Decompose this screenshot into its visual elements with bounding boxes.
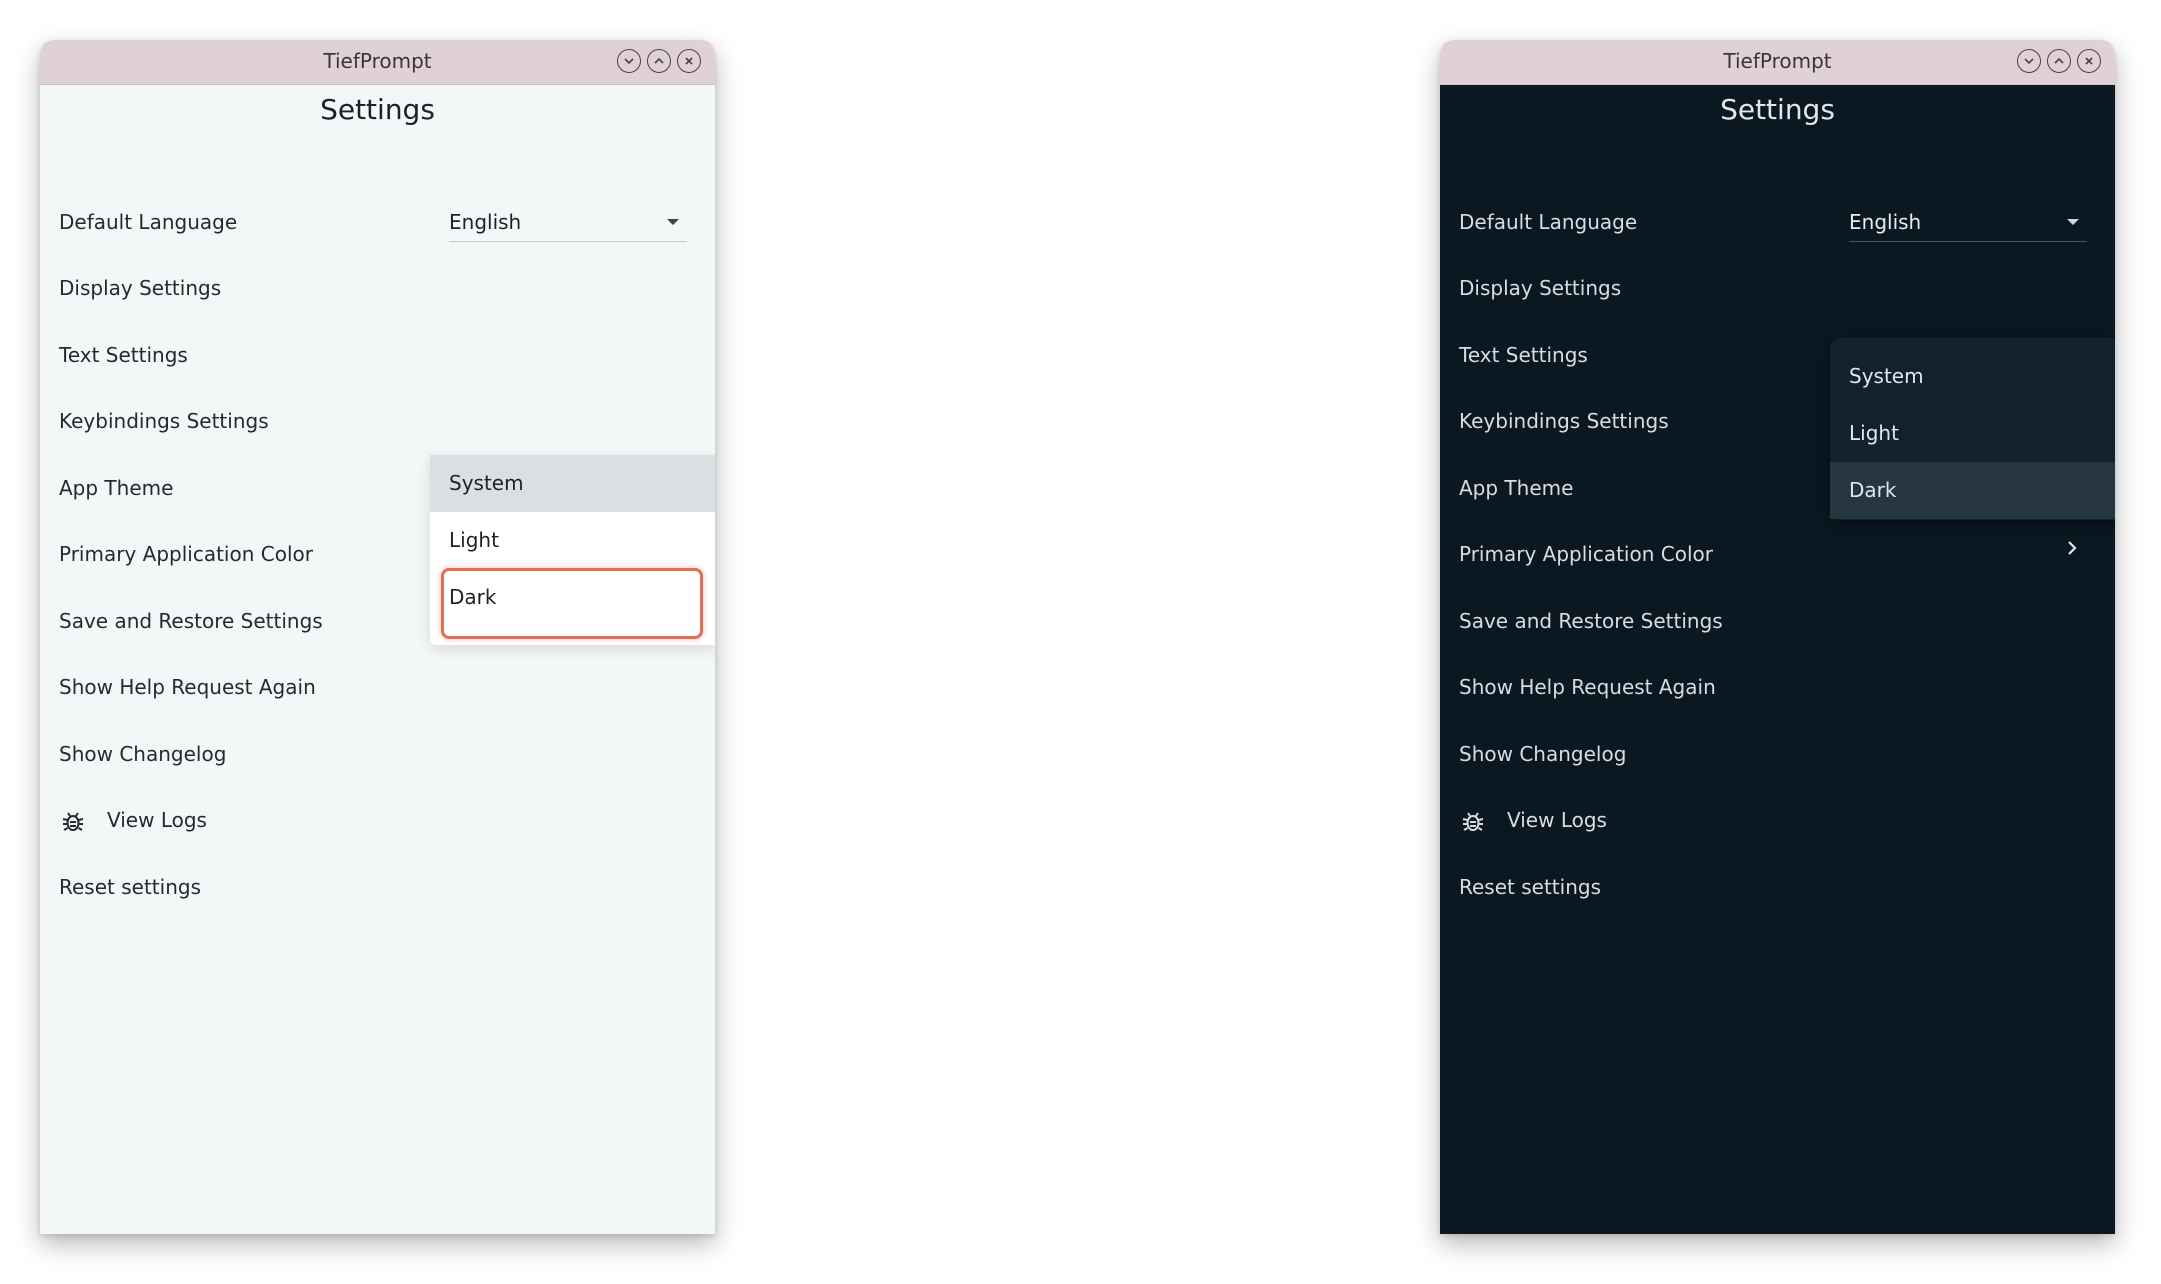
keybindings-settings-item[interactable]: Keybindings Settings (1459, 401, 1669, 441)
view-logs-item[interactable]: View Logs (59, 800, 207, 840)
dropdown-arrow-icon (667, 219, 679, 225)
language-select[interactable]: English (449, 202, 687, 242)
display-settings-item[interactable]: Display Settings (1459, 268, 1621, 308)
window-title: TiefPrompt (323, 49, 432, 73)
page-title: Settings (320, 93, 435, 126)
window-title: TiefPrompt (1723, 49, 1832, 73)
app-theme-label: App Theme (1459, 476, 1574, 500)
view-logs-label: View Logs (1507, 808, 1607, 832)
show-changelog-item[interactable]: Show Changelog (1459, 734, 1626, 774)
theme-option-light[interactable]: Light (430, 512, 715, 569)
close-button[interactable] (677, 49, 701, 73)
text-settings-item[interactable]: Text Settings (1459, 335, 1588, 375)
view-logs-item[interactable]: View Logs (1459, 800, 1607, 840)
theme-option-system[interactable]: System (1830, 348, 2115, 405)
language-select-value: English (1849, 210, 1922, 234)
settings-window-light: TiefPrompt Settings Default Language Eng… (40, 40, 715, 1234)
settings-window-dark: TiefPrompt Settings Default Language Eng… (1440, 40, 2115, 1234)
chevron-up-icon (2054, 57, 2064, 64)
window-controls (617, 49, 701, 73)
maximize-button[interactable] (647, 49, 671, 73)
view-logs-label: View Logs (107, 808, 207, 832)
chevron-up-icon (654, 57, 664, 64)
show-help-item[interactable]: Show Help Request Again (59, 667, 316, 707)
primary-color-item[interactable]: Primary Application Color (59, 534, 313, 574)
reset-settings-item[interactable]: Reset settings (1459, 867, 1601, 907)
show-help-item[interactable]: Show Help Request Again (1459, 667, 1716, 707)
title-bar[interactable]: TiefPrompt (40, 40, 715, 85)
bug-icon (1462, 811, 1484, 831)
default-language-label: Default Language (59, 210, 238, 234)
close-button[interactable] (2077, 49, 2101, 73)
minimize-button[interactable] (2017, 49, 2041, 73)
theme-option-light[interactable]: Light (1830, 405, 2115, 462)
highlight-box (441, 568, 703, 639)
display-settings-item[interactable]: Display Settings (59, 268, 221, 308)
theme-option-system[interactable]: System (430, 455, 715, 512)
dropdown-arrow-icon (2067, 219, 2079, 225)
show-changelog-item[interactable]: Show Changelog (59, 734, 226, 774)
default-language-label: Default Language (1459, 210, 1638, 234)
settings-content: Settings Default Language English Displa… (1440, 85, 2115, 1234)
language-select[interactable]: English (1849, 202, 2087, 242)
save-restore-item[interactable]: Save and Restore Settings (59, 601, 323, 641)
window-controls (2017, 49, 2101, 73)
save-restore-item[interactable]: Save and Restore Settings (1459, 601, 1723, 641)
minimize-button[interactable] (617, 49, 641, 73)
theme-option-dark[interactable]: Dark (1830, 462, 2115, 519)
theme-dropdown-menu: System Light Dark (1830, 338, 2115, 520)
primary-color-item[interactable]: Primary Application Color (1459, 534, 1713, 574)
page-title: Settings (1720, 93, 1835, 126)
close-icon (685, 57, 693, 65)
app-theme-label: App Theme (59, 476, 174, 500)
keybindings-settings-item[interactable]: Keybindings Settings (59, 401, 269, 441)
title-bar[interactable]: TiefPrompt (1440, 40, 2115, 85)
bug-icon (62, 811, 84, 831)
chevron-right-icon[interactable] (2061, 537, 2083, 559)
language-select-value: English (449, 210, 522, 234)
close-icon (2085, 57, 2093, 65)
text-settings-item[interactable]: Text Settings (59, 335, 188, 375)
chevron-down-icon (624, 58, 634, 65)
reset-settings-item[interactable]: Reset settings (59, 867, 201, 907)
settings-content: Settings Default Language English Displa… (40, 85, 715, 1234)
maximize-button[interactable] (2047, 49, 2071, 73)
chevron-down-icon (2024, 58, 2034, 65)
